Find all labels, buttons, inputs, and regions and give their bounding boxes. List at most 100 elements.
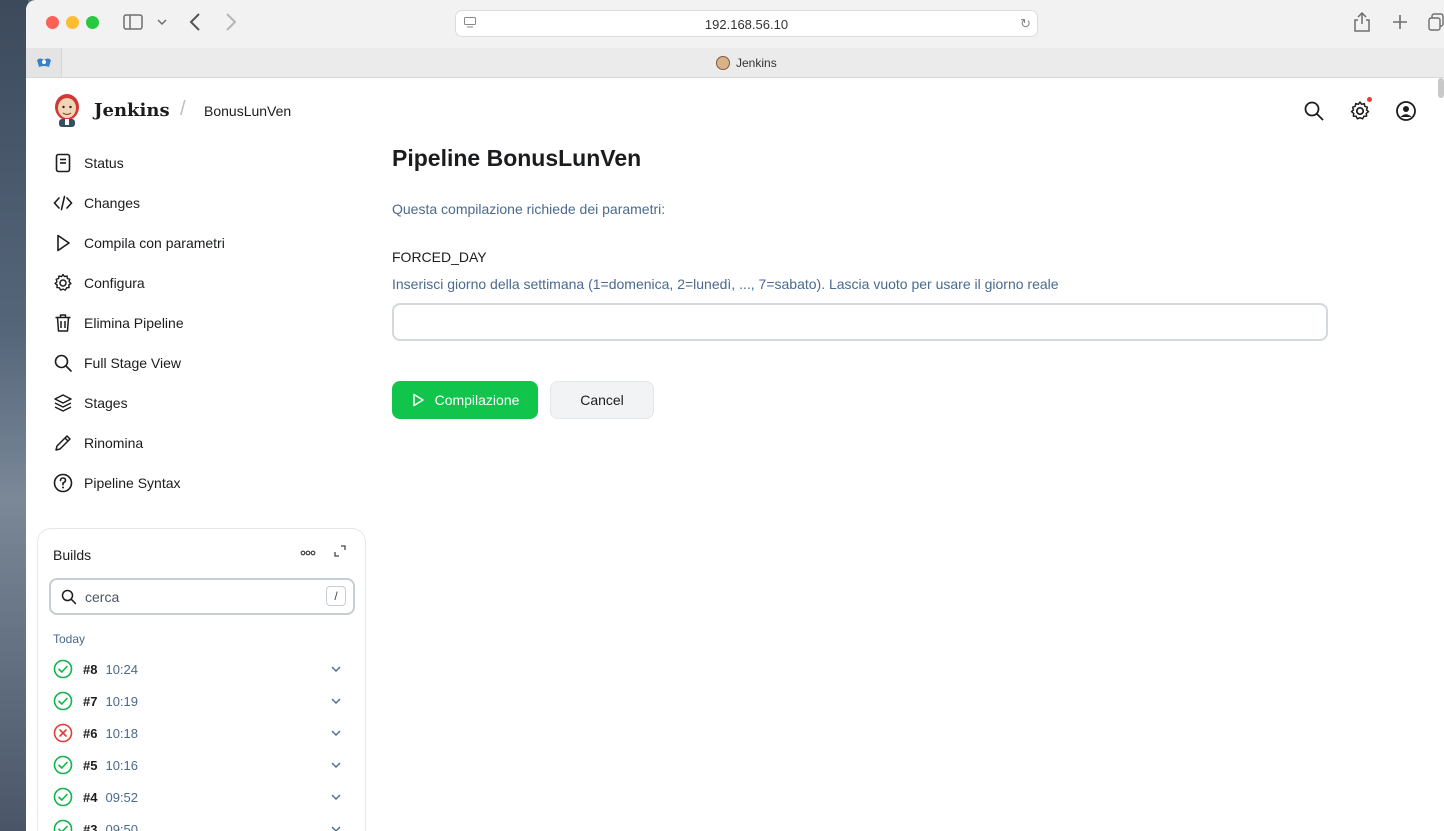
chevron-down-icon[interactable] [157, 18, 167, 26]
desktop-background [0, 0, 28, 831]
sidebar-item-label: Pipeline Syntax [84, 475, 181, 491]
build-time: 10:19 [105, 693, 139, 709]
help-icon [52, 472, 74, 494]
success-check-icon [53, 819, 73, 831]
builds-title: Builds [53, 547, 92, 563]
build-number[interactable]: #3 [83, 822, 97, 831]
forced-day-input[interactable] [392, 303, 1328, 341]
sidebar-item-build-with-parameters[interactable]: Compila con parametri [52, 229, 352, 257]
page-title: Pipeline BonusLunVen [392, 145, 642, 171]
tab-title: Jenkins [736, 56, 777, 70]
builds-panel: Builds / Today #8 10:24 #7 10: [37, 528, 366, 831]
build-time: 10:18 [105, 725, 139, 741]
sidebar-item-full-stage-view[interactable]: Full Stage View [52, 349, 352, 377]
chevron-down-icon[interactable] [330, 759, 342, 771]
success-check-icon [53, 659, 73, 679]
build-number[interactable]: #7 [83, 694, 97, 709]
sidebar-item-stages[interactable]: Stages [52, 389, 352, 417]
build-row[interactable]: #8 10:24 [53, 657, 348, 681]
sidebar-item-label: Compila con parametri [84, 235, 225, 251]
notepad-icon [52, 152, 74, 174]
reload-icon[interactable]: ↻ [1020, 16, 1031, 32]
search-icon[interactable] [1303, 100, 1325, 122]
builds-search-input[interactable] [85, 587, 305, 607]
layers-icon [52, 392, 74, 414]
build-row[interactable]: #7 10:19 [53, 689, 348, 713]
manage-gear-icon[interactable] [1349, 100, 1371, 122]
build-number[interactable]: #5 [83, 758, 97, 773]
sidebar-item-label: Status [84, 155, 124, 171]
jenkins-favicon-icon [716, 56, 730, 70]
sidebar-item-label: Rinomina [84, 435, 144, 451]
build-time: 10:16 [105, 757, 139, 773]
chevron-down-icon[interactable] [330, 727, 342, 739]
pencil-icon [52, 432, 74, 454]
pinned-site-icon [37, 58, 51, 67]
build-button[interactable]: Compilazione [392, 381, 538, 419]
build-time: 10:24 [105, 661, 139, 677]
build-number[interactable]: #4 [83, 790, 97, 805]
parameters-intro: Questa compilazione richiede dei paramet… [392, 201, 666, 217]
scrollbar[interactable] [1438, 78, 1444, 98]
play-icon [412, 393, 424, 407]
minimize-window-button[interactable] [66, 16, 79, 29]
breadcrumb-separator: / [180, 98, 186, 120]
jenkins-logo-icon[interactable] [52, 92, 82, 128]
tab-overview-icon[interactable] [1428, 13, 1444, 31]
build-row[interactable]: #6 10:18 [53, 721, 348, 745]
sidebar-item-pipeline-syntax[interactable]: Pipeline Syntax [52, 469, 352, 497]
browser-toolbar: 192.168.56.10 ↻ [26, 0, 1444, 48]
forward-icon[interactable] [225, 13, 237, 31]
chevron-down-icon[interactable] [330, 823, 342, 831]
sidebar-item-changes[interactable]: Changes [52, 189, 352, 217]
pinned-tab[interactable] [26, 48, 62, 77]
sidebar-toggle-icon[interactable] [123, 14, 143, 30]
build-number[interactable]: #6 [83, 726, 97, 741]
cancel-button-label: Cancel [580, 392, 624, 408]
sidebar-item-rename[interactable]: Rinomina [52, 429, 352, 457]
expand-icon[interactable] [334, 545, 346, 557]
success-check-icon [53, 755, 73, 775]
build-number[interactable]: #8 [83, 662, 97, 677]
success-check-icon [53, 787, 73, 807]
zoom-window-button[interactable] [86, 16, 99, 29]
builds-search-box[interactable]: / [49, 578, 355, 615]
jenkins-header: Jenkins / BonusLunVen [26, 78, 1444, 142]
app-name[interactable]: Jenkins [94, 100, 170, 121]
more-options-icon[interactable] [300, 550, 316, 556]
browser-window: 192.168.56.10 ↻ Jenkins Jenkins / BonusL… [26, 0, 1444, 831]
search-icon [61, 589, 77, 605]
chevron-down-icon[interactable] [330, 791, 342, 803]
parameter-description: Inserisci giorno della settimana (1=dome… [392, 276, 1059, 292]
sidebar-item-delete-pipeline[interactable]: Elimina Pipeline [52, 309, 352, 337]
notification-badge [1367, 97, 1372, 102]
code-icon [52, 192, 74, 214]
gear-icon [52, 272, 74, 294]
build-time: 09:52 [105, 789, 139, 805]
build-row[interactable]: #4 09:52 [53, 785, 348, 809]
sidebar-item-status[interactable]: Status [52, 149, 352, 177]
url-text: 192.168.56.10 [704, 17, 789, 32]
sidebar-item-configure[interactable]: Configura [52, 269, 352, 297]
back-icon[interactable] [189, 13, 201, 31]
build-row[interactable]: #5 10:16 [53, 753, 348, 777]
build-button-label: Compilazione [434, 392, 520, 408]
cancel-button[interactable]: Cancel [550, 381, 654, 419]
chevron-down-icon[interactable] [330, 663, 342, 675]
sidebar-item-label: Elimina Pipeline [84, 315, 184, 331]
chevron-down-icon[interactable] [330, 695, 342, 707]
breadcrumb-job[interactable]: BonusLunVen [204, 103, 291, 119]
trash-icon [52, 312, 74, 334]
close-window-button[interactable] [46, 16, 59, 29]
search-icon [52, 352, 74, 374]
build-group-label: Today [53, 632, 86, 646]
build-row[interactable]: #3 09:50 [53, 817, 348, 831]
success-check-icon [53, 691, 73, 711]
active-tab[interactable]: Jenkins [716, 56, 777, 70]
failure-x-icon [53, 723, 73, 743]
address-bar[interactable]: 192.168.56.10 ↻ [455, 10, 1038, 37]
share-icon[interactable] [1354, 12, 1370, 32]
new-tab-icon[interactable] [1392, 14, 1408, 30]
play-icon [52, 232, 74, 254]
user-account-icon[interactable] [1395, 100, 1417, 122]
